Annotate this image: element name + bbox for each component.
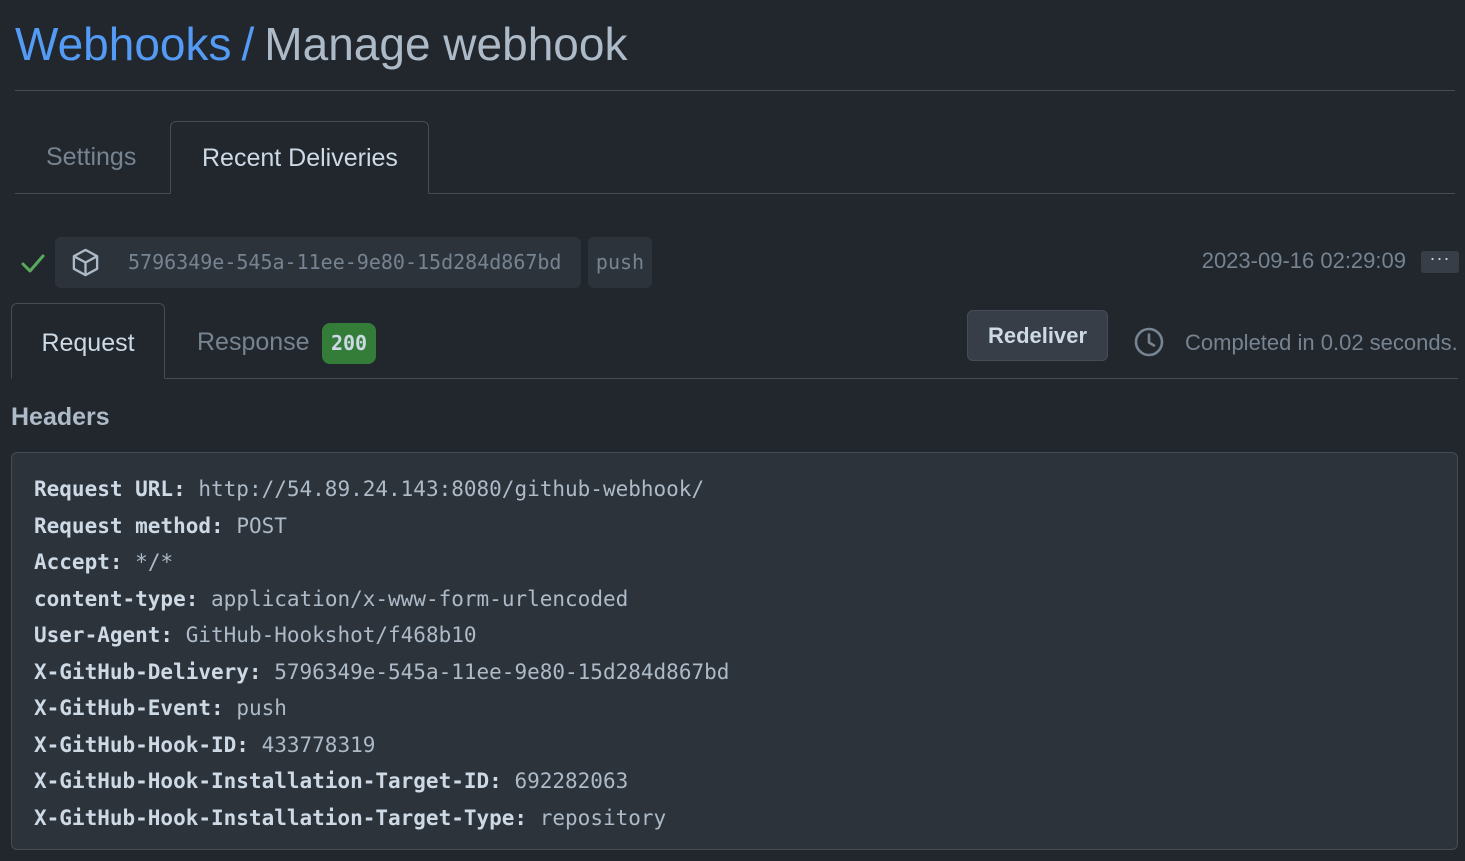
header-divider xyxy=(15,90,1455,91)
tab-response[interactable]: Response xyxy=(197,303,310,379)
package-icon xyxy=(72,248,99,277)
more-options-button[interactable]: ··· xyxy=(1421,249,1459,273)
breadcrumb: Webhooks / Manage webhook xyxy=(15,16,627,72)
delivery-timestamp: 2023-09-16 02:29:09 xyxy=(1201,248,1406,273)
header-key: User-Agent: xyxy=(34,623,174,647)
header-value: application/x-www-form-urlencoded xyxy=(211,586,629,611)
header-row: Accept: */* xyxy=(34,544,1435,581)
redeliver-button[interactable]: Redeliver xyxy=(967,310,1108,361)
tab-settings[interactable]: Settings xyxy=(46,121,136,194)
tab-recent-deliveries[interactable]: Recent Deliveries xyxy=(170,121,429,194)
header-row: X-GitHub-Hook-Installation-Target-Type: … xyxy=(34,800,1435,837)
tab-request[interactable]: Request xyxy=(11,303,165,379)
header-key: Request method: xyxy=(34,513,224,538)
header-row: content-type: application/x-www-form-url… xyxy=(34,581,1435,618)
breadcrumb-separator: / xyxy=(241,18,255,70)
header-key: X-GitHub-Hook-ID: xyxy=(34,732,249,757)
clock-icon xyxy=(1134,327,1164,357)
header-value: repository xyxy=(539,805,667,830)
header-key: X-GitHub-Event: xyxy=(34,696,224,720)
header-row: X-GitHub-Event: push xyxy=(34,690,1435,727)
header-row: X-GitHub-Hook-Installation-Target-ID: 69… xyxy=(34,763,1435,800)
headers-panel: Request URL: http://54.89.24.143:8080/gi… xyxy=(11,452,1458,850)
header-value: 5796349e-545a-11ee-9e80-15d284d867bd xyxy=(274,659,730,684)
header-key: X-GitHub-Hook-Installation-Target-Type: xyxy=(34,805,528,830)
header-key: Accept: xyxy=(34,550,123,574)
header-value: 433778319 xyxy=(261,732,376,757)
header-key: X-GitHub-Hook-Installation-Target-ID: xyxy=(34,769,502,793)
header-key: content-type: xyxy=(34,586,199,611)
response-status-badge: 200 xyxy=(322,323,376,364)
breadcrumb-webhooks-link[interactable]: Webhooks xyxy=(15,18,232,70)
header-value: push xyxy=(236,696,287,720)
header-value: 692282063 xyxy=(514,769,629,793)
delivery-guid: 5796349e-545a-11ee-9e80-15d284d867bd xyxy=(128,250,562,274)
check-icon xyxy=(21,254,45,273)
completion-time: Completed in 0.02 seconds. xyxy=(1185,330,1458,355)
header-key: X-GitHub-Delivery: xyxy=(34,659,262,684)
header-value: */* xyxy=(135,550,174,574)
event-label: push xyxy=(588,237,652,288)
webhook-page: Webhooks / Manage webhook Settings Recent … xyxy=(0,0,1465,861)
headers-heading: Headers xyxy=(11,403,110,431)
header-value: http://54.89.24.143:8080/github-webhook/ xyxy=(198,477,705,501)
header-row: User-Agent: GitHub-Hookshot/f468b10 xyxy=(34,617,1435,654)
header-value: POST xyxy=(236,513,287,538)
header-row: X-GitHub-Delivery: 5796349e-545a-11ee-9e… xyxy=(34,654,1435,691)
page-title: Manage webhook xyxy=(264,18,628,70)
header-row: Request method: POST xyxy=(34,508,1435,545)
header-row: X-GitHub-Hook-ID: 433778319 xyxy=(34,727,1435,764)
header-key: Request URL: xyxy=(34,477,186,501)
header-row: Request URL: http://54.89.24.143:8080/gi… xyxy=(34,471,1435,508)
delivery-id-button[interactable]: 5796349e-545a-11ee-9e80-15d284d867bd xyxy=(55,237,581,288)
header-value: GitHub-Hookshot/f468b10 xyxy=(185,623,477,647)
